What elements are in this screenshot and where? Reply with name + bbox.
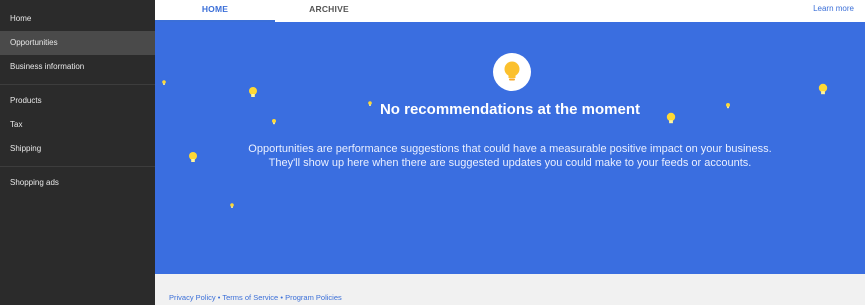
footer-separator: • [217,293,221,302]
program-policies-link[interactable]: Program Policies [285,293,342,302]
description-line-1: Opportunities are performance suggestion… [248,143,772,155]
footer-separator: • [280,293,283,302]
sidebar-item-business-information[interactable]: Business information [0,55,155,79]
empty-state-description: Opportunities are performance suggestion… [155,142,865,170]
lightbulb-icon [818,83,828,95]
lightbulb-icon [162,80,166,85]
sidebar-item-opportunities[interactable]: Opportunities [0,31,155,55]
sidebar-item-home[interactable]: Home [0,7,155,31]
footer-links: Privacy Policy • Terms of Service • Prog… [169,293,342,302]
sidebar-item-shipping[interactable]: Shipping [0,137,155,161]
empty-state-banner: No recommendations at the moment Opportu… [155,22,865,274]
learn-more-link[interactable]: Learn more [813,4,854,13]
terms-of-service-link[interactable]: Terms of Service [222,293,278,302]
lightbulb-icon [504,61,520,81]
sidebar-item-products[interactable]: Products [0,89,155,113]
sidebar: Home Opportunities Business information … [0,0,155,305]
lightbulb-icon [249,87,257,97]
footer: Privacy Policy • Terms of Service • Prog… [155,274,865,305]
privacy-policy-link[interactable]: Privacy Policy [169,293,216,302]
tab-home[interactable]: HOME [155,0,275,22]
tab-archive[interactable]: ARCHIVE [269,0,389,22]
empty-state-heading: No recommendations at the moment [379,101,641,118]
description-line-2: They'll show up here when there are sugg… [268,157,752,169]
sidebar-divider [0,166,155,167]
sidebar-item-tax[interactable]: Tax [0,113,155,137]
lightbulb-icon [230,203,234,208]
tab-bar: HOME ARCHIVE Learn more [155,0,865,22]
lightbulb-icon [272,119,276,125]
sidebar-item-shopping-ads[interactable]: Shopping ads [0,171,155,195]
sidebar-divider [0,84,155,85]
lightbulb-badge [493,53,531,91]
